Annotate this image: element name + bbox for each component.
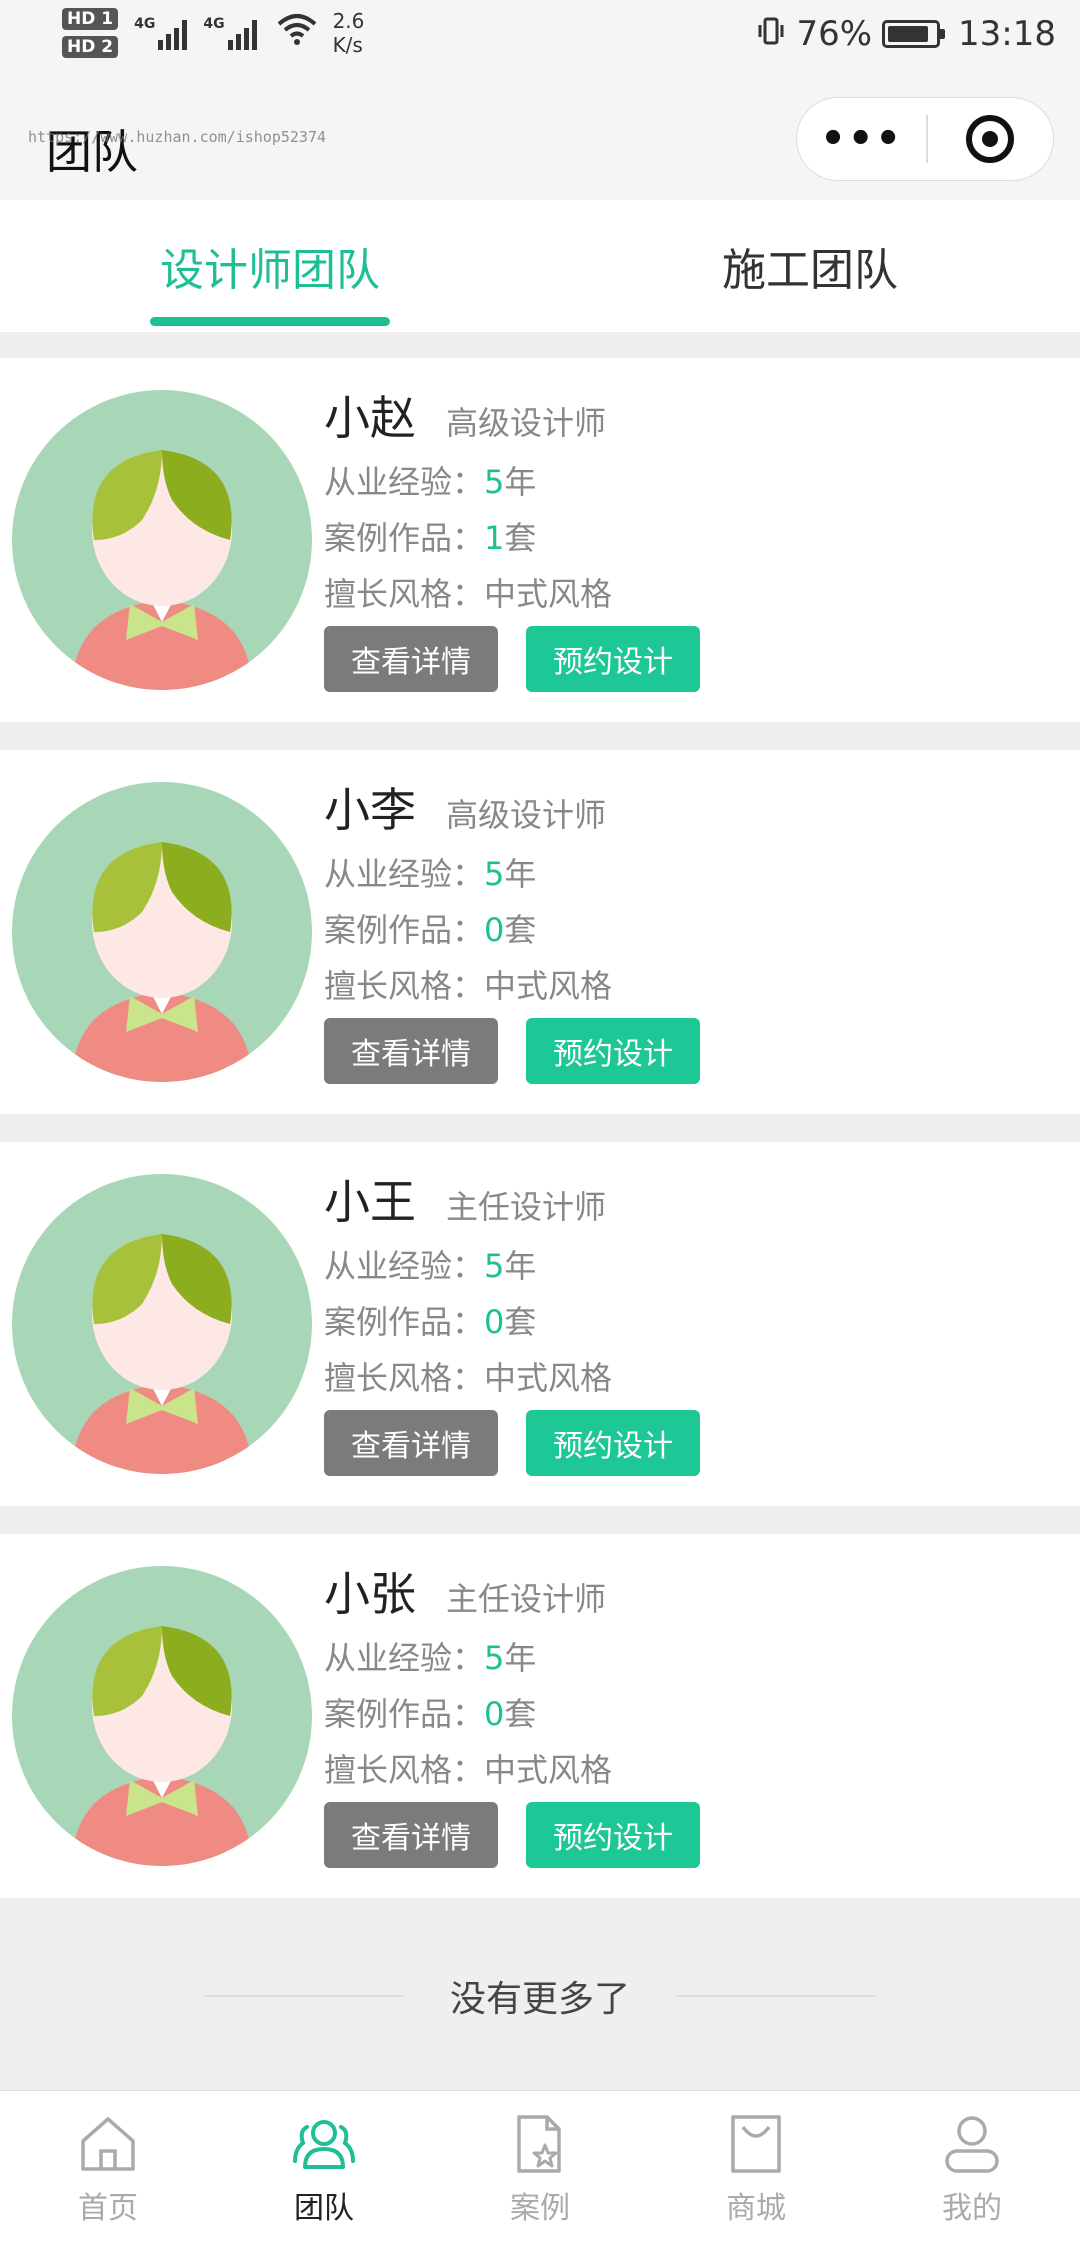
experience-row: 从业经验：5年	[324, 1639, 537, 1677]
battery-icon	[882, 20, 946, 48]
watermark: https://www.huzhan.com/ishop52374	[28, 128, 327, 146]
no-more-text: 没有更多了	[449, 1979, 630, 2020]
experience-row: 从业经验：5年	[324, 1247, 537, 1285]
tabbar-item-home[interactable]: 首页	[0, 2091, 216, 2244]
designer-card[interactable]: 小王 主任设计师 从业经验：5年 案例作品：0套 擅长风格：中式风格 查看详情 …	[0, 1142, 1080, 1506]
tabbar-item-shop[interactable]: 商城	[648, 2091, 864, 2244]
shop-icon	[731, 2115, 781, 2173]
style-value: 中式风格	[484, 967, 613, 1005]
team-tabs: 设计师团队 施工团队	[0, 200, 1080, 332]
style-row: 擅长风格：中式风格	[324, 575, 613, 613]
home-icon	[81, 2117, 135, 2171]
cases-row: 案例作品：0套	[324, 1695, 537, 1733]
team-icon	[293, 2120, 355, 2169]
experience-row: 从业经验：5年	[324, 463, 537, 501]
designer-name: 小赵	[324, 391, 416, 445]
cases-row: 案例作品：0套	[324, 911, 537, 949]
designer-card[interactable]: 小李 高级设计师 从业经验：5年 案例作品：0套 擅长风格：中式风格 查看详情 …	[0, 750, 1080, 1114]
tab-label: 设计师团队	[160, 245, 380, 296]
avatar	[12, 1174, 312, 1474]
avatar	[12, 1566, 312, 1866]
bottom-tab-bar: 首页 团队 案例 商城 我的	[0, 2090, 1080, 2244]
page-title: 团队	[46, 125, 138, 179]
experience-value: 5	[484, 1247, 505, 1285]
wifi-icon	[277, 12, 317, 55]
more-button[interactable]: •••	[797, 119, 926, 159]
experience-value: 5	[484, 463, 505, 501]
tab-label: 施工团队	[722, 245, 898, 296]
view-details-button[interactable]: 查看详情	[324, 1018, 498, 1084]
vibrate-icon	[756, 16, 786, 53]
status-bar: HD 1 HD 2 4G 4G 2.6 K/s 76% 13:18	[0, 0, 1080, 80]
hd1-badge: HD 1	[62, 8, 119, 30]
divider-line	[203, 1995, 404, 1997]
designer-name: 小张	[324, 1567, 416, 1621]
tabbar-item-mine[interactable]: 我的	[864, 2091, 1080, 2244]
close-miniprogram-button[interactable]	[928, 115, 1053, 163]
cases-row: 案例作品：1套	[324, 519, 537, 557]
tab-designer-team[interactable]: 设计师团队	[0, 200, 540, 332]
designer-card[interactable]: 小张 主任设计师 从业经验：5年 案例作品：0套 擅长风格：中式风格 查看详情 …	[0, 1534, 1080, 1898]
nav-bar: 团队 https://www.huzhan.com/ishop52374 •••	[0, 80, 1080, 200]
style-row: 擅长风格：中式风格	[324, 967, 613, 1005]
battery-percent: 76%	[796, 14, 873, 54]
signal-icon-2: 4G	[203, 16, 257, 50]
avatar	[12, 390, 312, 690]
cases-row: 案例作品：0套	[324, 1303, 537, 1341]
tabbar-item-team[interactable]: 团队	[216, 2091, 432, 2244]
designer-name: 小李	[324, 783, 416, 837]
end-of-list: 没有更多了	[0, 1902, 1080, 2090]
tabbar-label: 我的	[942, 2191, 1002, 2226]
style-row: 擅长风格：中式风格	[324, 1751, 613, 1789]
style-value: 中式风格	[484, 1359, 613, 1397]
target-icon	[966, 115, 1015, 163]
style-value: 中式风格	[484, 1751, 613, 1789]
tabbar-label: 商城	[726, 2191, 786, 2226]
tab-active-indicator	[150, 317, 390, 326]
cases-value: 0	[484, 1695, 505, 1733]
tab-construction-team[interactable]: 施工团队	[540, 200, 1080, 332]
tabbar-label: 团队	[294, 2191, 354, 2226]
clock: 13:18	[958, 14, 1056, 54]
miniprogram-capsule: •••	[796, 97, 1054, 181]
designer-card[interactable]: 小赵 高级设计师 从业经验：5年 案例作品：1套 擅长风格：中式风格 查看详情 …	[0, 358, 1080, 722]
view-details-button[interactable]: 查看详情	[324, 626, 498, 692]
style-value: 中式风格	[484, 575, 613, 613]
book-design-button[interactable]: 预约设计	[526, 626, 700, 692]
designer-title: 高级设计师	[446, 404, 607, 442]
cases-value: 1	[484, 519, 505, 557]
user-icon	[945, 2116, 999, 2173]
book-design-button[interactable]: 预约设计	[526, 1018, 700, 1084]
experience-value: 5	[484, 1639, 505, 1677]
style-row: 擅长风格：中式风格	[324, 1359, 613, 1397]
book-design-button[interactable]: 预约设计	[526, 1410, 700, 1476]
designer-title: 主任设计师	[446, 1580, 607, 1618]
case-icon	[517, 2115, 561, 2173]
cases-value: 0	[484, 1303, 505, 1341]
experience-value: 5	[484, 855, 505, 893]
divider-line	[676, 1995, 876, 1997]
experience-row: 从业经验：5年	[324, 855, 537, 893]
view-details-button[interactable]: 查看详情	[324, 1410, 498, 1476]
tabbar-label: 首页	[78, 2191, 138, 2226]
avatar	[12, 782, 312, 1082]
view-details-button[interactable]: 查看详情	[324, 1802, 498, 1868]
tabbar-label: 案例	[510, 2191, 570, 2226]
tabbar-item-cases[interactable]: 案例	[432, 2091, 648, 2244]
designer-name: 小王	[324, 1175, 416, 1229]
cases-value: 0	[484, 911, 505, 949]
hd2-badge: HD 2	[62, 36, 119, 58]
designer-title: 高级设计师	[446, 796, 607, 834]
book-design-button[interactable]: 预约设计	[526, 1802, 700, 1868]
signal-icon: 4G	[134, 16, 188, 50]
designer-title: 主任设计师	[446, 1188, 607, 1226]
net-speed: 2.6 K/s	[332, 9, 365, 57]
